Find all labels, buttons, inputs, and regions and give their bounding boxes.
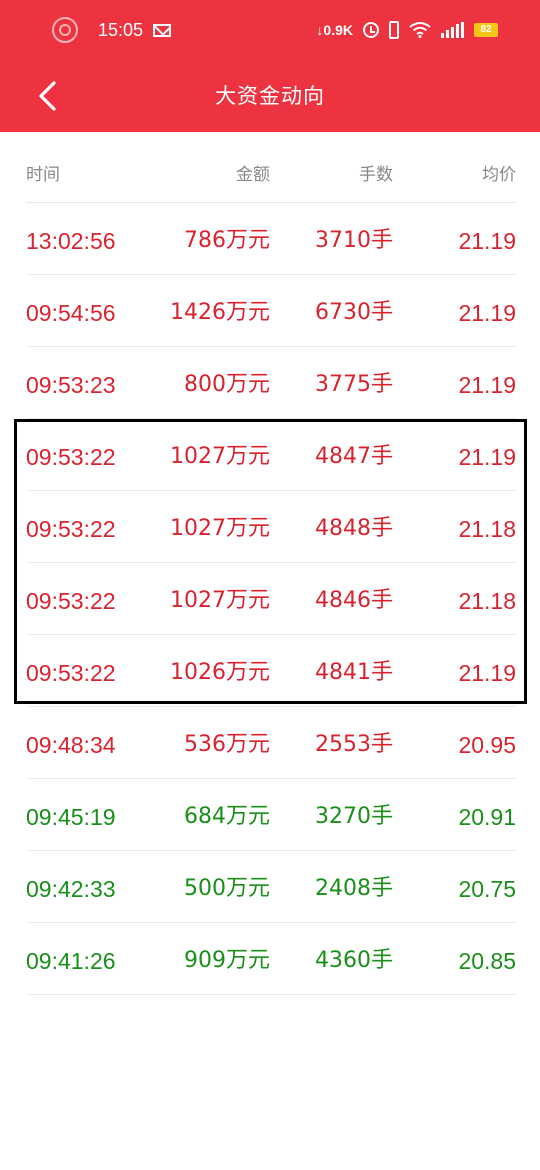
battery-icon: 82 — [474, 23, 498, 37]
status-right: ↓0.9K 82 — [316, 16, 498, 44]
cell-price: 20.75 — [458, 876, 516, 902]
trade-list: 13:02:56 786万元 3710手 21.19 09:54:56 1426… — [0, 203, 540, 995]
app-header: 15:05 ↓0.9K 82 大资金动向 — [0, 0, 540, 132]
cell-lots: 3775手 — [315, 372, 393, 397]
cell-price: 21.19 — [458, 660, 516, 686]
cell-time: 09:53:23 — [26, 372, 116, 398]
column-header-lots: 手数 — [359, 165, 393, 185]
cell-amount: 1426万元 — [170, 300, 270, 325]
table-row[interactable]: 09:48:34 536万元 2553手 20.95 — [0, 707, 540, 779]
table-row[interactable]: 09:53:22 1027万元 4847手 21.19 — [0, 419, 540, 491]
table-row[interactable]: 09:53:22 1026万元 4841手 21.19 — [0, 635, 540, 707]
cell-amount: 1026万元 — [170, 660, 270, 685]
table-row[interactable]: 09:53:23 800万元 3775手 21.19 — [0, 347, 540, 419]
cell-price: 21.19 — [458, 300, 516, 326]
cell-lots: 4360手 — [315, 948, 393, 973]
page-title: 大资金动向 — [215, 84, 325, 108]
cell-amount: 909万元 — [184, 948, 270, 973]
cell-price: 21.19 — [458, 444, 516, 470]
column-header-time: 时间 — [26, 165, 60, 185]
cell-lots: 3270手 — [315, 804, 393, 829]
net-speed-value: 0.9K — [323, 22, 353, 38]
cell-price: 21.19 — [458, 228, 516, 254]
table-row[interactable]: 13:02:56 786万元 3710手 21.19 — [0, 203, 540, 275]
cell-lots: 4847手 — [315, 444, 393, 469]
cell-time: 09:42:33 — [26, 876, 116, 902]
cell-price: 21.19 — [458, 372, 516, 398]
signal-icon — [441, 22, 464, 38]
mail-icon — [153, 23, 172, 37]
cell-lots: 2408手 — [315, 876, 393, 901]
table-row[interactable]: 09:53:22 1027万元 4848手 21.18 — [0, 491, 540, 563]
cell-amount: 1027万元 — [170, 516, 270, 541]
cell-price: 21.18 — [458, 588, 516, 614]
cell-time: 09:45:19 — [26, 804, 116, 830]
record-icon — [52, 17, 78, 43]
column-header-price: 均价 — [482, 165, 516, 185]
table-header: 时间 金额 手数 均价 — [0, 160, 540, 186]
cell-lots: 4848手 — [315, 516, 393, 541]
cell-time: 09:48:34 — [26, 732, 116, 758]
cell-lots: 3710手 — [315, 228, 393, 253]
cell-time: 09:53:22 — [26, 444, 116, 470]
alarm-icon — [363, 22, 379, 38]
cell-amount: 786万元 — [184, 228, 270, 253]
cell-amount: 1027万元 — [170, 444, 270, 469]
table-row[interactable]: 09:42:33 500万元 2408手 20.75 — [0, 851, 540, 923]
table-row[interactable]: 09:53:22 1027万元 4846手 21.18 — [0, 563, 540, 635]
cell-lots: 2553手 — [315, 732, 393, 757]
table-row[interactable]: 09:54:56 1426万元 6730手 21.19 — [0, 275, 540, 347]
cell-amount: 800万元 — [184, 372, 270, 397]
cell-time: 09:53:22 — [26, 516, 116, 542]
cell-amount: 1027万元 — [170, 588, 270, 613]
cell-lots: 4841手 — [315, 660, 393, 685]
cell-amount: 536万元 — [184, 732, 270, 757]
cell-amount: 500万元 — [184, 876, 270, 901]
status-time: 15:05 — [98, 19, 144, 40]
cell-lots: 6730手 — [315, 300, 393, 325]
column-header-amount: 金额 — [236, 165, 270, 185]
vibrate-icon — [389, 21, 399, 39]
status-bar: 15:05 ↓0.9K 82 — [0, 0, 540, 60]
cell-time: 09:54:56 — [26, 300, 116, 326]
cell-time: 09:53:22 — [26, 588, 116, 614]
cell-price: 20.95 — [458, 732, 516, 758]
table-row[interactable]: 09:45:19 684万元 3270手 20.91 — [0, 779, 540, 851]
status-left: 15:05 — [52, 16, 172, 44]
cell-amount: 684万元 — [184, 804, 270, 829]
cell-time: 09:41:26 — [26, 948, 116, 974]
net-speed: ↓0.9K — [316, 22, 353, 38]
cell-time: 13:02:56 — [26, 228, 116, 254]
cell-price: 20.91 — [458, 804, 516, 830]
cell-time: 09:53:22 — [26, 660, 116, 686]
cell-lots: 4846手 — [315, 588, 393, 613]
table-row[interactable]: 09:41:26 909万元 4360手 20.85 — [0, 923, 540, 995]
wifi-icon — [409, 22, 431, 38]
cell-price: 20.85 — [458, 948, 516, 974]
cell-price: 21.18 — [458, 516, 516, 542]
